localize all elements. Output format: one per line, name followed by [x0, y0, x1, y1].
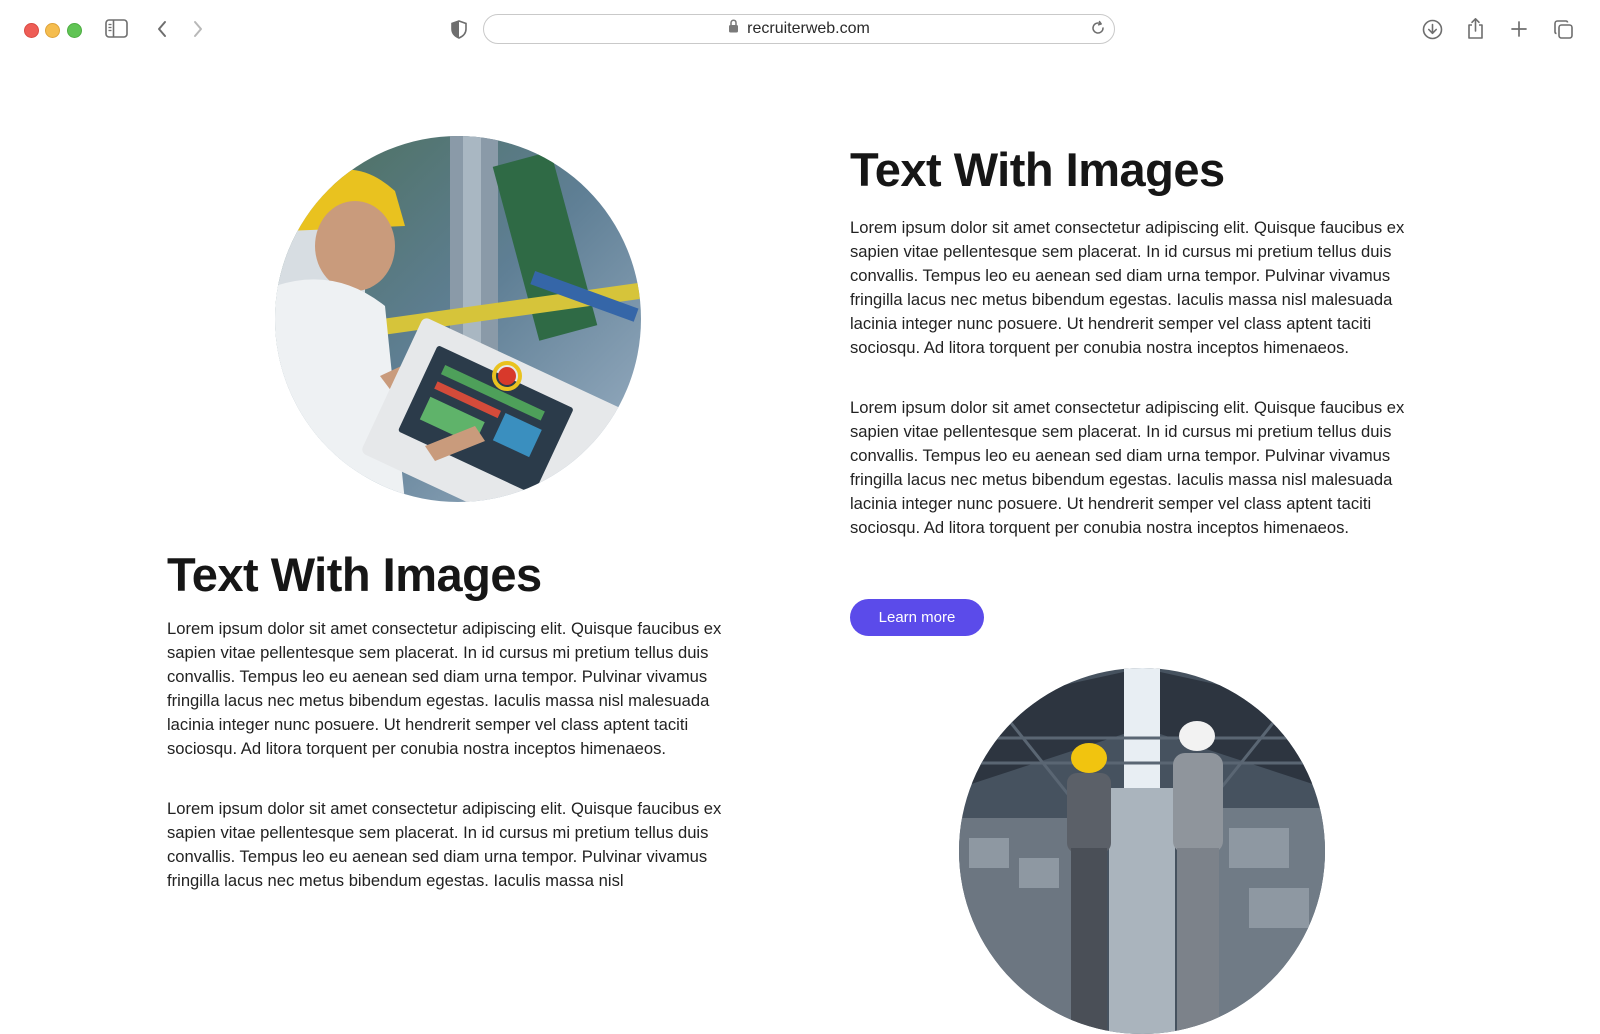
reload-icon[interactable] — [1090, 20, 1106, 41]
learn-more-button[interactable]: Learn more — [850, 599, 984, 636]
new-tab-icon[interactable] — [1510, 20, 1528, 38]
section-heading-right: Text With Images — [850, 143, 1225, 196]
back-icon[interactable] — [156, 20, 168, 38]
browser-toolbar: recruiterweb.com — [0, 0, 1600, 58]
sidebar-icon[interactable] — [105, 19, 128, 38]
forward-icon[interactable] — [192, 20, 204, 38]
close-window-button[interactable] — [24, 23, 39, 38]
share-icon[interactable] — [1466, 17, 1485, 40]
minimize-window-button[interactable] — [45, 23, 60, 38]
tabs-overview-icon[interactable] — [1553, 19, 1574, 40]
lock-icon — [728, 19, 739, 38]
address-bar[interactable]: recruiterweb.com — [483, 14, 1115, 44]
section-heading-left: Text With Images — [167, 548, 542, 601]
download-icon[interactable] — [1422, 19, 1443, 40]
section-paragraph-left-2: Lorem ipsum dolor sit amet consectetur a… — [167, 799, 722, 890]
zoom-window-button[interactable] — [67, 23, 82, 38]
factory-worker-image — [275, 136, 641, 502]
section-paragraph-right-1: Lorem ipsum dolor sit amet consectetur a… — [850, 218, 1405, 357]
section-paragraph-right-2: Lorem ipsum dolor sit amet consectetur a… — [850, 398, 1405, 537]
warehouse-workers-image — [959, 668, 1325, 1034]
privacy-shield-icon[interactable] — [451, 20, 467, 39]
url-text: recruiterweb.com — [747, 19, 870, 37]
section-paragraph-left-1: Lorem ipsum dolor sit amet consectetur a… — [167, 619, 722, 758]
